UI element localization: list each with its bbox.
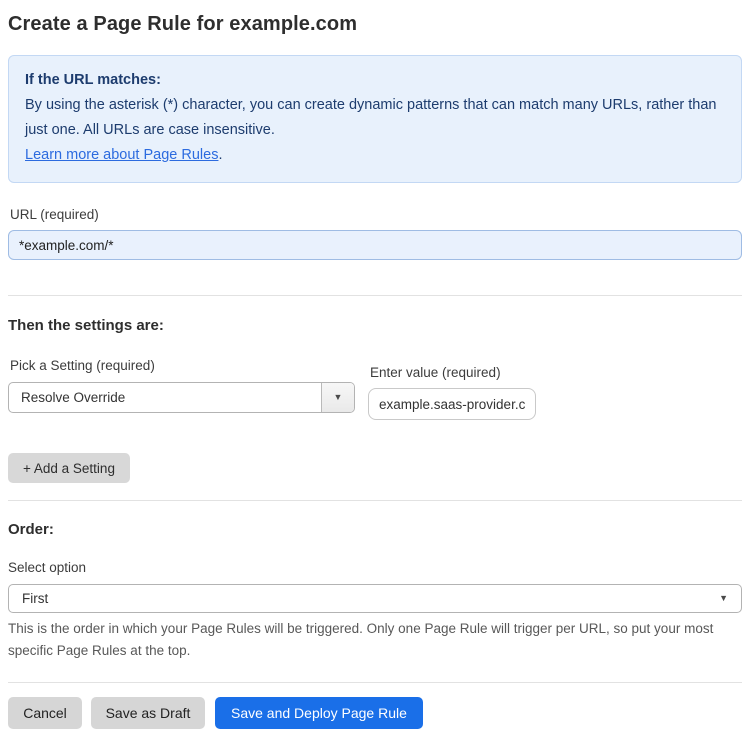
save-and-deploy-button[interactable]: Save and Deploy Page Rule <box>215 697 423 729</box>
add-setting-button[interactable]: + Add a Setting <box>8 453 130 483</box>
setting-select-arrow-button[interactable]: ▼ <box>321 383 354 412</box>
section-divider <box>8 500 742 501</box>
url-match-info-callout: If the URL matches: By using the asteris… <box>8 55 742 183</box>
section-divider <box>8 295 742 296</box>
order-select-label: Select option <box>8 560 87 575</box>
link-suffix: . <box>218 147 223 163</box>
url-field-label: URL (required) <box>10 207 99 222</box>
info-link-line: Learn more about Page Rules. <box>25 143 725 168</box>
order-select-dropdown[interactable]: First ▼ <box>8 584 742 613</box>
page-rule-form: Create a Page Rule for example.com If th… <box>0 0 750 729</box>
cancel-button[interactable]: Cancel <box>8 697 82 729</box>
value-input-label: Enter value (required) <box>370 365 501 380</box>
footer-divider <box>8 682 742 683</box>
order-help-text: This is the order in which your Page Rul… <box>8 621 714 658</box>
footer-button-row: Cancel Save as Draft Save and Deploy Pag… <box>8 697 742 729</box>
page-title: Create a Page Rule for example.com <box>8 13 358 35</box>
order-section-heading: Order: <box>8 521 54 538</box>
info-body-text: By using the asterisk (*) character, you… <box>25 97 717 138</box>
settings-section-heading: Then the settings are: <box>8 317 164 334</box>
order-select-value: First <box>22 591 49 606</box>
url-input[interactable] <box>8 230 742 260</box>
learn-more-link[interactable]: Learn more about Page Rules <box>25 147 218 163</box>
setting-value-column: Enter value (required) <box>368 341 536 420</box>
settings-row: Pick a Setting (required) Resolve Overri… <box>8 334 742 420</box>
setting-select-column: Pick a Setting (required) Resolve Overri… <box>8 334 368 420</box>
setting-value-input[interactable] <box>368 388 536 420</box>
info-heading: If the URL matches: <box>25 72 161 88</box>
save-as-draft-button[interactable]: Save as Draft <box>91 697 205 729</box>
setting-select-dropdown[interactable]: Resolve Override ▼ <box>8 382 355 413</box>
chevron-down-icon: ▼ <box>333 392 343 402</box>
chevron-down-icon: ▼ <box>719 593 728 603</box>
setting-select-value: Resolve Override <box>21 390 126 405</box>
setting-select-label: Pick a Setting (required) <box>10 358 155 373</box>
